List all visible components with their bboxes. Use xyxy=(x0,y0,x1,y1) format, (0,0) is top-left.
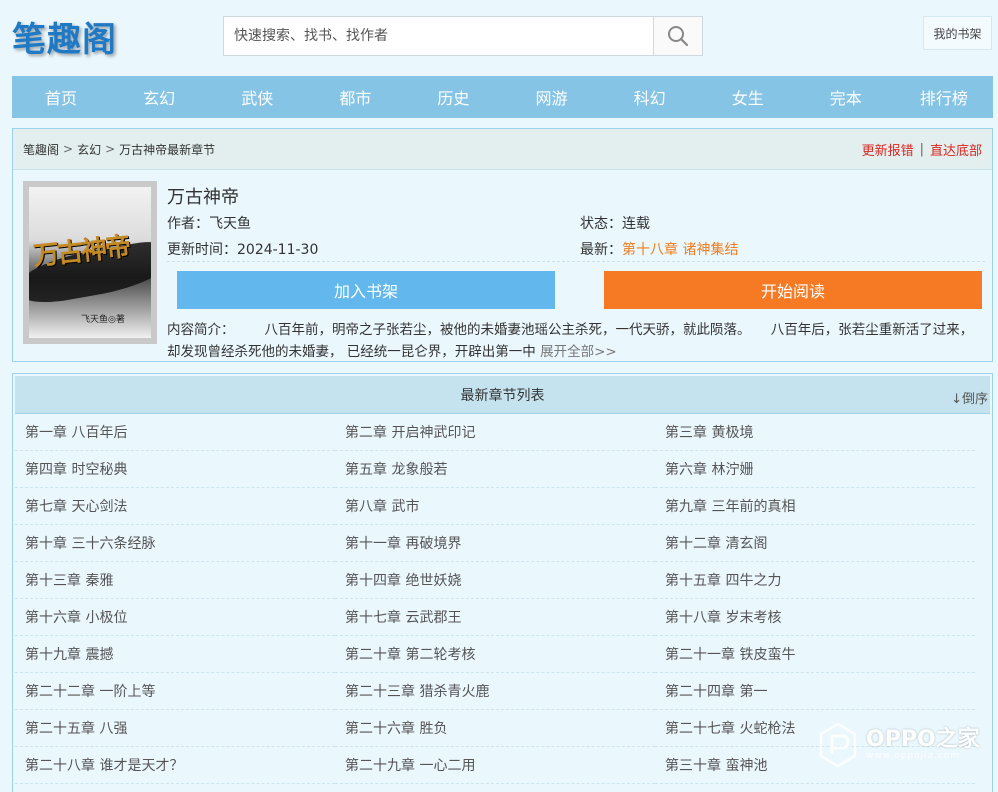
meta-divider xyxy=(167,261,985,262)
chapter-link[interactable]: 第九章 三年前的真相 xyxy=(655,488,975,525)
book-cover-image: 万古神帝 飞天鱼◎著 xyxy=(29,187,151,338)
breadcrumb-separator: > xyxy=(105,142,116,156)
chapter-link[interactable]: 第十一章 再破境界 xyxy=(335,525,655,562)
updated-label: 更新时间： xyxy=(167,242,237,258)
book-info-panel: 笔趣阁 > 玄幻 > 万古神帝最新章节 更新报错 | 直达底部 万古神帝 飞天鱼… xyxy=(12,128,993,362)
chapter-link[interactable]: 第二十九章 一心二用 xyxy=(335,747,655,784)
breadcrumb-home[interactable]: 笔趣阁 xyxy=(23,141,59,158)
report-error-link[interactable]: 更新报错 xyxy=(862,140,914,159)
chapter-link[interactable]: 第六章 林泞姗 xyxy=(655,451,975,488)
start-reading-button[interactable]: 开始阅读 xyxy=(604,271,982,309)
updated-value: 2024-11-30 xyxy=(237,242,319,258)
breadcrumb-current: 万古神帝最新章节 xyxy=(119,142,216,157)
book-title: 万古神帝 xyxy=(167,187,239,208)
breadcrumb-bar: 笔趣阁 > 玄幻 > 万古神帝最新章节 更新报错 | 直达底部 xyxy=(13,129,992,170)
chapter-link[interactable]: 第二十章 第二轮考核 xyxy=(335,636,655,673)
nav-item-wangyou[interactable]: 网游 xyxy=(502,76,600,118)
nav-item-home[interactable]: 首页 xyxy=(12,76,110,118)
nav-item-ranking[interactable]: 排行榜 xyxy=(895,76,993,118)
chapter-link[interactable]: 第十七章 云武郡王 xyxy=(335,599,655,636)
nav-item-wuxia[interactable]: 武侠 xyxy=(208,76,306,118)
chapter-link[interactable]: 第十四章 绝世妖娆 xyxy=(335,562,655,599)
chapter-link[interactable]: 第八章 武市 xyxy=(335,488,655,525)
book-updated: 更新时间：2024-11-30 xyxy=(167,239,318,259)
search-icon xyxy=(668,26,689,47)
go-bottom-link[interactable]: 直达底部 xyxy=(930,140,982,159)
book-status: 状态：连载 xyxy=(580,213,650,233)
chapter-link[interactable]: 第十九章 震撼 xyxy=(15,636,335,673)
search-input[interactable] xyxy=(224,17,654,55)
main-nav: 首页 玄幻 武侠 都市 历史 网游 科幻 女生 完本 排行榜 xyxy=(12,76,993,118)
search-box xyxy=(223,16,703,56)
chapter-link[interactable]: 第二十八章 谁才是天才？ xyxy=(15,747,335,784)
chapter-link[interactable]: 第二十四章 第一 xyxy=(655,673,975,710)
search-button[interactable] xyxy=(653,17,702,55)
site-logo[interactable]: 笔趣阁 xyxy=(12,12,117,61)
add-to-bookshelf-button[interactable]: 加入书架 xyxy=(177,271,555,309)
book-latest: 最新：第十八章 诸神集结 xyxy=(580,239,738,259)
chapter-link[interactable]: 第四章 时空秘典 xyxy=(15,451,335,488)
author-value: 飞天鱼 xyxy=(209,216,251,232)
chapter-link[interactable]: 第二十六章 胜负 xyxy=(335,710,655,747)
nav-item-lishi[interactable]: 历史 xyxy=(404,76,502,118)
status-value: 连载 xyxy=(622,216,650,232)
intro-label: 内容简介： xyxy=(167,322,235,338)
breadcrumb-category[interactable]: 玄幻 xyxy=(77,141,101,158)
chapter-link[interactable]: 第五章 龙象般若 xyxy=(335,451,655,488)
latest-chapter-link[interactable]: 第十八章 诸神集结 xyxy=(622,242,738,258)
chapter-link[interactable]: 第十二章 清玄阁 xyxy=(655,525,975,562)
page-actions: 更新报错 | 直达底部 xyxy=(862,140,982,159)
chapter-list-header: 最新章节列表 ↓倒序 xyxy=(15,376,990,414)
book-intro: 内容简介： 八百年前，明帝之子张若尘，被他的未婚妻池瑶公主杀死，一代天骄，就此陨… xyxy=(167,319,985,363)
chapter-link[interactable]: 第十六章 小极位 xyxy=(15,599,335,636)
action-divider: | xyxy=(919,141,924,157)
status-label: 状态： xyxy=(580,216,622,232)
chapter-link[interactable]: 第二十三章 猎杀青火鹿 xyxy=(335,673,655,710)
watermark-brand: OPPO之家 xyxy=(866,727,980,752)
latest-label: 最新： xyxy=(580,242,622,258)
chapter-link[interactable]: 第二章 开启神武印记 xyxy=(335,414,655,451)
nav-item-wanben[interactable]: 完本 xyxy=(797,76,895,118)
chapter-link[interactable]: 第三章 黄极境 xyxy=(655,414,975,451)
watermark-url: www.oppojia.com xyxy=(866,751,961,761)
nav-item-kehuan[interactable]: 科幻 xyxy=(601,76,699,118)
chapter-link[interactable]: 第十三章 秦雅 xyxy=(15,562,335,599)
breadcrumb-separator: > xyxy=(63,142,74,156)
chapter-link[interactable]: 第二十二章 一阶上等 xyxy=(15,673,335,710)
author-label: 作者： xyxy=(167,216,209,232)
chapter-link[interactable]: 第十五章 四牛之力 xyxy=(655,562,975,599)
oppo-logo-icon xyxy=(819,722,857,768)
chapter-list-title: 最新章节列表 xyxy=(460,387,545,404)
watermark: OPPO之家 www.oppojia.com xyxy=(818,722,980,768)
nav-item-nvsheng[interactable]: 女生 xyxy=(699,76,797,118)
book-cover: 万古神帝 飞天鱼◎著 xyxy=(23,181,157,344)
cover-author: 飞天鱼◎著 xyxy=(81,315,125,325)
nav-item-xuanhuan[interactable]: 玄幻 xyxy=(110,76,208,118)
chapter-link[interactable]: 第二十五章 八强 xyxy=(15,710,335,747)
chapter-link[interactable]: 第七章 天心剑法 xyxy=(15,488,335,525)
chapter-link[interactable]: 第一章 八百年后 xyxy=(15,414,335,451)
breadcrumb: 笔趣阁 > 玄幻 > 万古神帝最新章节 xyxy=(23,141,215,158)
chapter-link[interactable]: 第二十一章 铁皮蛮牛 xyxy=(655,636,975,673)
my-bookshelf-button[interactable]: 我的书架 xyxy=(923,16,992,50)
book-author: 作者：飞天鱼 xyxy=(167,213,251,233)
reverse-sort-button[interactable]: ↓倒序 xyxy=(951,388,988,407)
chapter-link[interactable]: 第十章 三十六条经脉 xyxy=(15,525,335,562)
nav-item-dushi[interactable]: 都市 xyxy=(306,76,404,118)
expand-intro-link[interactable]: 展开全部>> xyxy=(540,344,617,360)
chapter-link[interactable]: 第十八章 岁末考核 xyxy=(655,599,975,636)
